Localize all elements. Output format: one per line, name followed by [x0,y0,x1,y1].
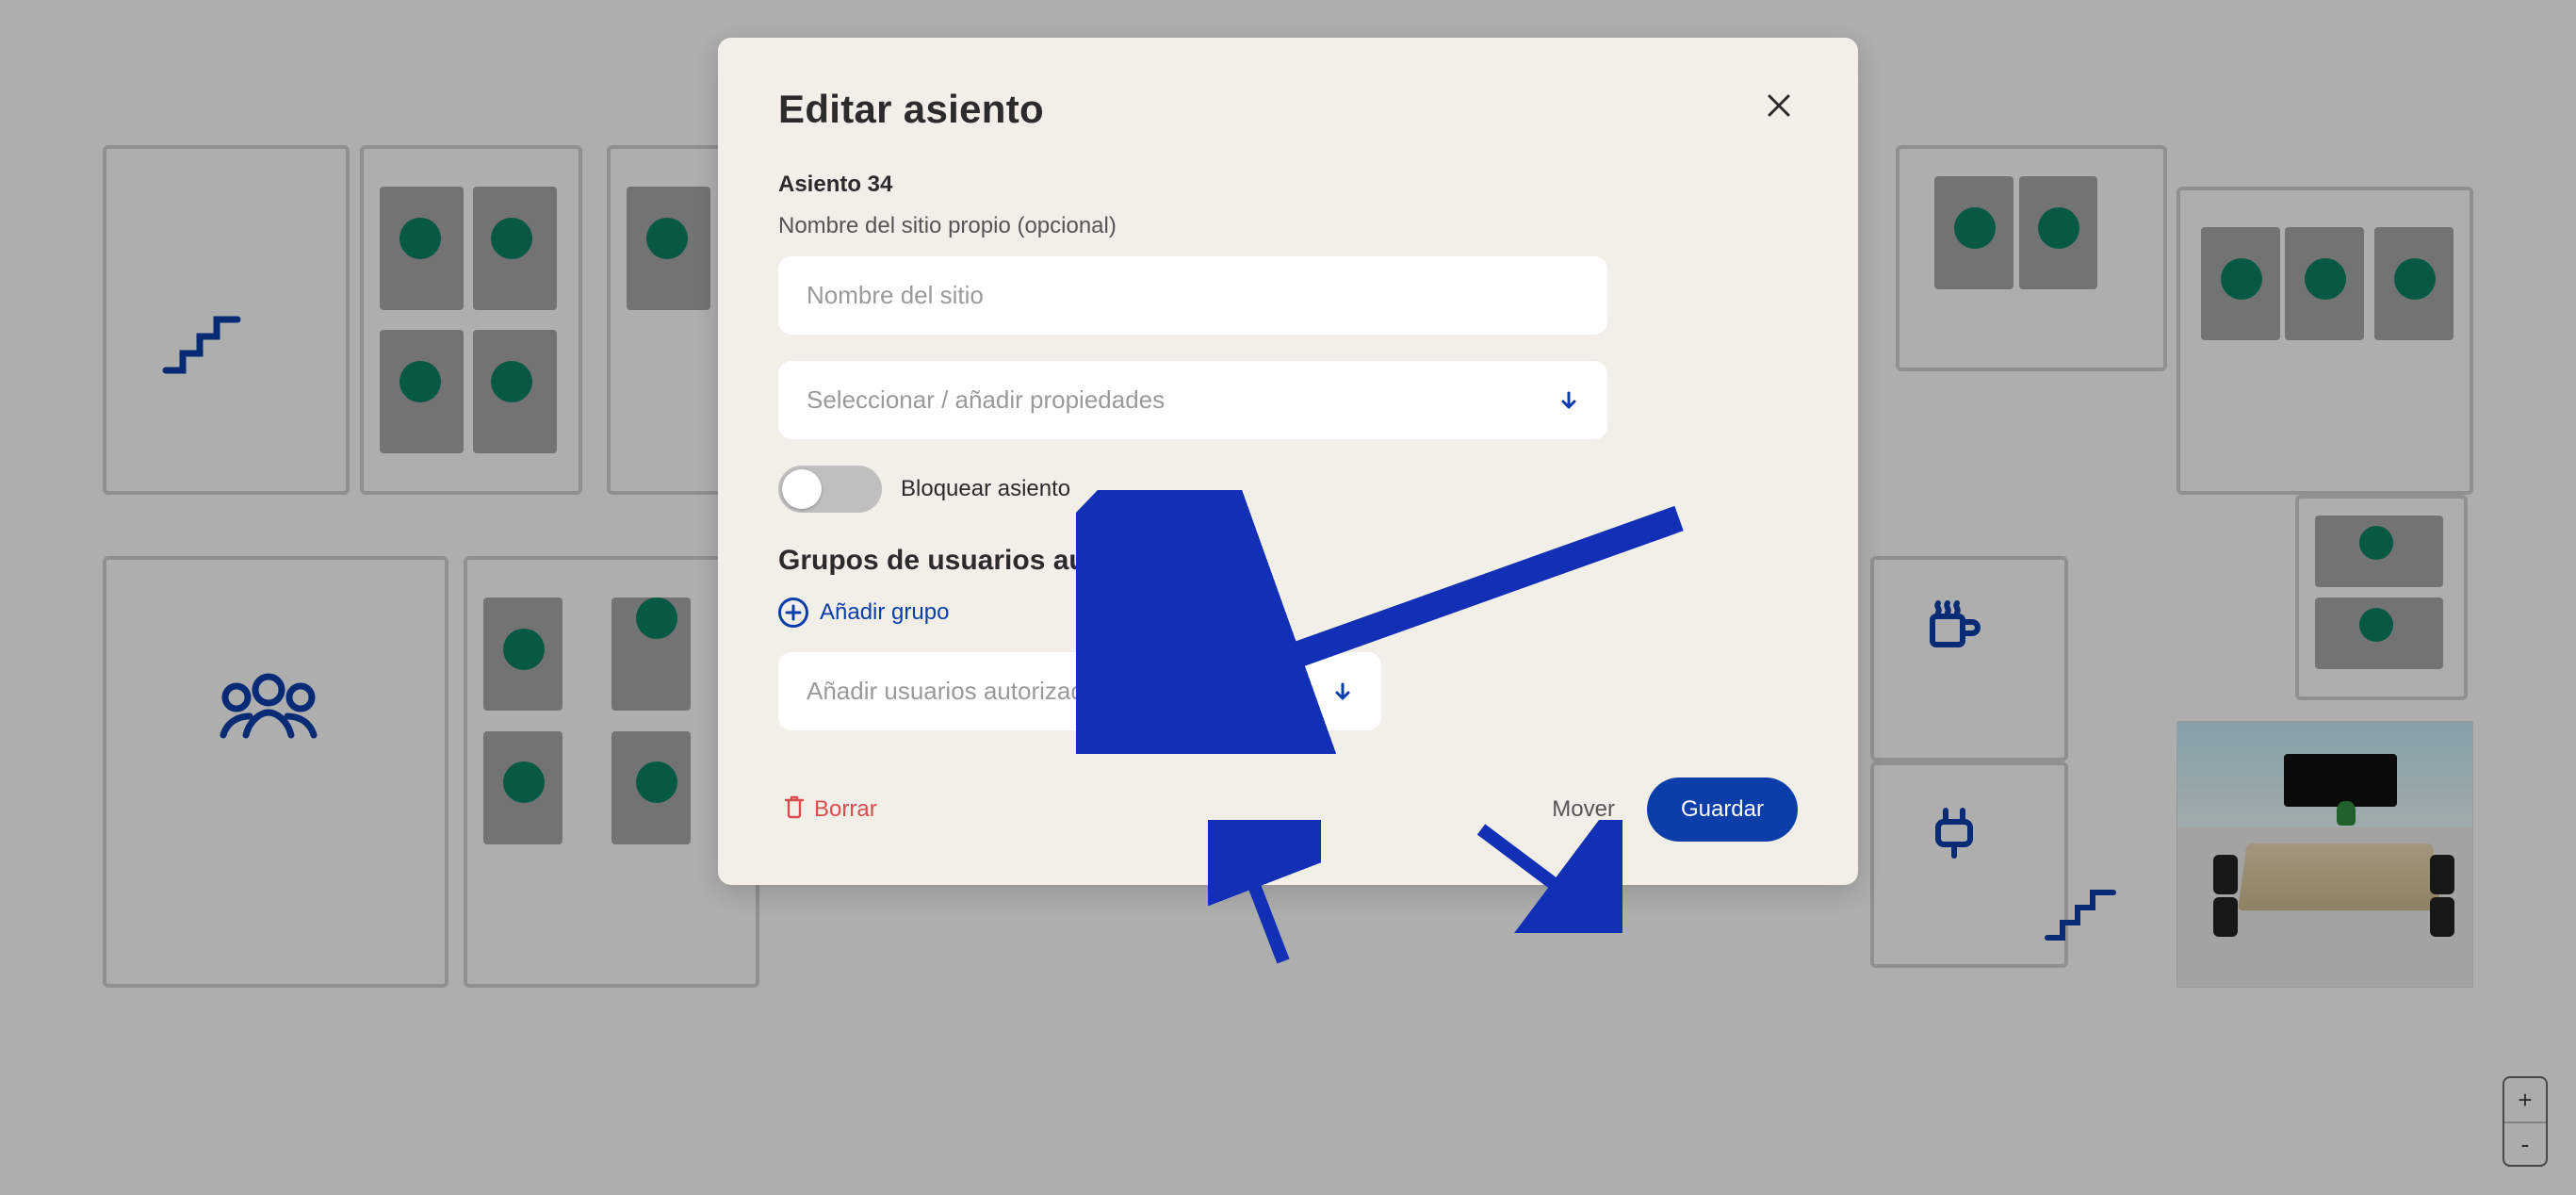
plus-circle-icon [778,598,808,628]
modal-title: Editar asiento [778,87,1044,132]
edit-seat-modal: Editar asiento Asiento 34 Nombre del sit… [718,38,1858,885]
stage: + - Editar asiento Asiento 34 Nombre del… [0,0,2576,1195]
auth-groups-heading: Grupos de usuarios autorizados [778,545,1798,577]
seat-name-label: Nombre del sitio propio (opcional) [778,213,1798,239]
annotation-arrow-small-up [1208,820,1321,971]
save-button[interactable]: Guardar [1647,778,1798,842]
close-button[interactable] [1760,87,1798,130]
block-seat-label: Bloquear asiento [901,476,1070,502]
chevron-down-icon [1558,390,1579,411]
delete-button[interactable]: Borrar [778,794,883,827]
add-group-label: Añadir grupo [820,599,949,626]
move-button[interactable]: Mover [1546,795,1621,824]
auth-users-select[interactable]: Añadir usuarios autorizados [778,652,1381,730]
seat-name-input[interactable] [778,256,1607,335]
block-seat-toggle[interactable] [778,466,882,513]
add-group-button[interactable]: Añadir grupo [778,594,949,631]
properties-placeholder: Seleccionar / añadir propiedades [807,385,1165,415]
chevron-down-icon [1332,681,1353,702]
auth-users-placeholder: Añadir usuarios autorizados [807,677,1110,706]
close-icon [1766,90,1792,126]
seat-id-label: Asiento 34 [778,172,1798,198]
trash-icon [784,794,805,826]
delete-label: Borrar [814,796,877,823]
properties-select[interactable]: Seleccionar / añadir propiedades [778,361,1607,439]
modal-overlay: Editar asiento Asiento 34 Nombre del sit… [0,0,2576,1195]
